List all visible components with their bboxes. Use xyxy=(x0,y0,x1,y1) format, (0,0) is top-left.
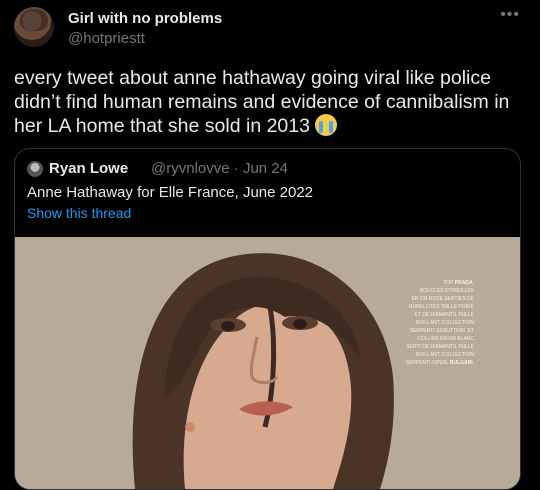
author-avatar[interactable] xyxy=(14,7,54,47)
quoted-tweet-photo[interactable]: Top PRADA. Boucles d'oreilles en or rose… xyxy=(15,237,520,489)
loudly-crying-face-emoji xyxy=(315,114,338,136)
quoted-tweet-text: Anne Hathaway for Elle France, June 2022 xyxy=(27,184,314,201)
caption-line: collier en or blanc xyxy=(417,336,474,342)
author-handle[interactable]: @hotpriestt xyxy=(68,30,145,47)
quoted-tweet-date[interactable]: Jun 24 xyxy=(243,160,288,177)
caption-line: serpenti seduttori. et xyxy=(409,328,474,334)
caption-line: brillant, collection xyxy=(415,320,474,326)
caption-line: brillant, collection xyxy=(415,352,474,358)
author-display-name[interactable]: Girl with no problems xyxy=(68,10,222,27)
quoted-tweet-meta: @ryvnlovve · Jun 24 xyxy=(151,160,288,177)
more-horizontal-icon[interactable]: ••• xyxy=(500,6,520,24)
tweet-text-content: every tweet about anne hathaway going vi… xyxy=(14,67,510,137)
quoted-author-name[interactable]: Ryan Lowe xyxy=(49,160,128,177)
caption-line: Boucles d'oreilles xyxy=(419,288,474,294)
caption-line: rubellites taille poire xyxy=(408,304,474,310)
caption-line: Top PRADA. xyxy=(443,280,474,286)
quoted-author-avatar[interactable] xyxy=(27,161,43,177)
caption-line: serpenti viper, BULGARI. xyxy=(405,360,474,366)
caption-line: serti de diamants taille xyxy=(406,344,474,350)
photo-caption: Top PRADA. Boucles d'oreilles en or rose… xyxy=(392,279,474,367)
tweet-text: every tweet about anne hathaway going vi… xyxy=(14,66,529,138)
quoted-author-handle[interactable]: @ryvnlovve xyxy=(151,160,230,177)
caption-line: en or rose serties de xyxy=(411,296,474,302)
quoted-tweet[interactable]: Ryan Lowe @ryvnlovve · Jun 24 Anne Hatha… xyxy=(14,148,521,490)
show-thread-link[interactable]: Show this thread xyxy=(27,205,131,221)
meta-separator: · xyxy=(233,160,239,177)
avatar-hair xyxy=(20,9,48,31)
caption-line: et de diamants taille xyxy=(414,312,474,318)
